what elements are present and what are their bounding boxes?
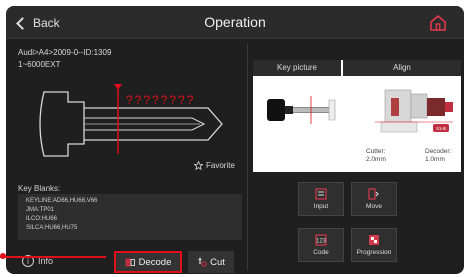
align-picture: S1-B bbox=[375, 89, 453, 133]
key-blank-item: JMA:TP01 bbox=[26, 207, 55, 213]
bottom-action-bar: i Info Decode Cut bbox=[12, 249, 250, 274]
decoder-label: Decoder: bbox=[425, 148, 452, 155]
cutter-value: 2.0mm bbox=[366, 156, 386, 163]
favorite-label: Favorite bbox=[206, 161, 235, 170]
decoder-value: 1.0mm bbox=[425, 156, 445, 163]
decoder-info: Decoder: 1.0mm bbox=[425, 148, 451, 164]
cut-icon bbox=[198, 257, 207, 267]
car-model-line: Audi>A4>2009-0--ID:1309 bbox=[18, 48, 112, 57]
callout-line bbox=[0, 256, 106, 258]
left-panel: Audi>A4>2009-0--ID:1309 1~6000EXT ??????… bbox=[12, 44, 244, 273]
key-blanks-list[interactable]: KEYLINE:AD66,HU66,V66 JMA:TP01 ILCO:HU66… bbox=[18, 194, 242, 240]
top-bar: Back Operation bbox=[6, 6, 464, 39]
key-blank-item: ILCO:HU66 bbox=[26, 216, 58, 222]
home-icon[interactable] bbox=[428, 13, 448, 33]
cutter-label: Cutter: bbox=[366, 148, 386, 155]
progression-tile[interactable]: Progression bbox=[351, 228, 397, 262]
cut-button[interactable]: Cut bbox=[188, 251, 234, 273]
decode-icon bbox=[125, 258, 135, 266]
code-label: Code bbox=[313, 249, 329, 256]
align-badge-text: S1-B bbox=[436, 126, 446, 131]
svg-text:123: 123 bbox=[316, 239, 327, 245]
progression-label: Progression bbox=[356, 249, 392, 256]
panel-divider bbox=[247, 44, 248, 270]
code-icon: 123 bbox=[315, 234, 327, 246]
decode-label: Decode bbox=[138, 256, 172, 268]
operation-screen: Back Operation Audi>A4>2009-0--ID:1309 1… bbox=[6, 6, 464, 274]
car-info: Audi>A4>2009-0--ID:1309 1~6000EXT bbox=[18, 47, 111, 71]
star-icon bbox=[194, 161, 203, 170]
car-range-line: 1~6000EXT bbox=[18, 60, 61, 69]
key-blank-item: SILCA:HU66,HU75 bbox=[26, 225, 78, 231]
tip-marker-arrow bbox=[114, 84, 122, 90]
key-blank-item: KEYLINE:AD66,HU66,V66 bbox=[26, 198, 98, 204]
input-label: Input bbox=[313, 203, 329, 210]
key-diagram: ???????? bbox=[39, 84, 223, 157]
move-icon bbox=[368, 188, 379, 200]
unknown-cuts-text: ???????? bbox=[126, 93, 195, 107]
key-blanks-title: Key Blanks: bbox=[18, 184, 61, 193]
decode-button[interactable]: Decode bbox=[114, 251, 182, 273]
favorite-button[interactable]: Favorite bbox=[194, 161, 235, 170]
cut-label: Cut bbox=[210, 256, 225, 268]
move-label: Move bbox=[366, 203, 382, 210]
callout-dot bbox=[0, 253, 6, 259]
cutter-info: Cutter: 2.0mm bbox=[366, 148, 386, 164]
align-header: Align bbox=[343, 60, 461, 76]
code-tile[interactable]: 123 Code bbox=[298, 228, 344, 262]
input-tile[interactable]: Input bbox=[298, 182, 344, 216]
page-title: Operation bbox=[204, 14, 266, 30]
key-bow-outline bbox=[39, 91, 85, 157]
input-icon bbox=[315, 188, 327, 200]
preview-panel: Key picture Align S1-B Cutter: 2.0mm Dec… bbox=[253, 60, 461, 172]
move-tile[interactable]: Move bbox=[351, 182, 397, 216]
progression-icon bbox=[369, 235, 379, 245]
key-picture bbox=[267, 96, 336, 124]
key-picture-header: Key picture bbox=[253, 60, 341, 76]
